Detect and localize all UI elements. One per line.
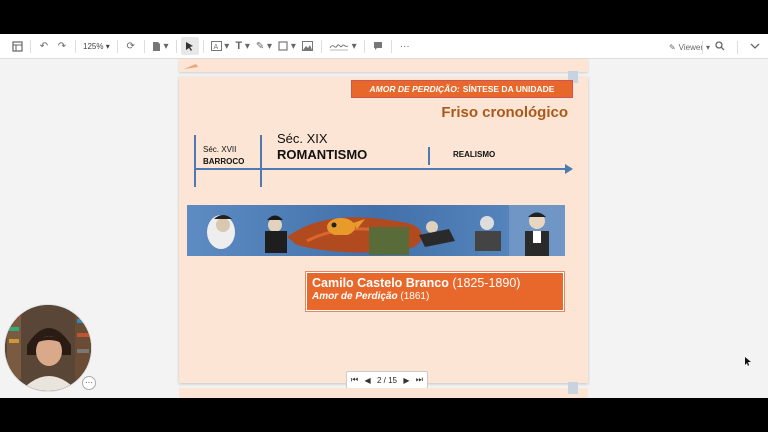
author-card: Camilo Castelo Branco (1825-1890) Amor d…: [306, 272, 564, 311]
writers-caricature-illustration: [187, 205, 565, 256]
next-page-icon[interactable]: ▶: [403, 376, 409, 385]
divider: [175, 39, 177, 53]
rotate-icon[interactable]: ⟳: [122, 37, 140, 55]
app-window: ↶ ↷ 125% ▾ ⟳ ▾ A ▾ T ▾ ✎ ▾ ▾ ▾ ··· ✎ Vie…: [0, 34, 768, 398]
zoom-dropdown[interactable]: 125% ▾: [80, 37, 113, 55]
divider: [75, 39, 76, 53]
author-work-line: Amor de Perdição (1861): [312, 291, 558, 302]
pen-icon[interactable]: ✎ ▾: [253, 37, 275, 55]
divider: [702, 40, 703, 54]
mouse-cursor-icon: [745, 357, 752, 368]
collapse-chevron-icon[interactable]: [750, 42, 760, 53]
webcam-more-options-icon[interactable]: ···: [82, 376, 96, 390]
text-box-icon[interactable]: A ▾: [208, 37, 233, 55]
divider: [116, 39, 118, 53]
page-navigator: ⏮ ◀ 2 / 15 ▶ ⏭: [346, 371, 428, 389]
last-page-icon[interactable]: ⏭: [416, 375, 423, 385]
webcam-feed: [5, 305, 91, 391]
prev-page-icon[interactable]: ◀: [365, 376, 371, 385]
image-icon[interactable]: [299, 37, 317, 55]
timeline-tick-romantismo: [260, 135, 262, 187]
author-name: Camilo Castelo Branco: [312, 276, 449, 290]
divider: [202, 39, 204, 53]
page-icon[interactable]: ▾: [149, 37, 172, 55]
divider: [737, 40, 738, 54]
divider: [390, 39, 392, 53]
banner-text: SÍNTESE DA UNIDADE: [462, 84, 555, 94]
timeline-tick-start: [194, 135, 196, 187]
slide-banner: AMOR DE PERDIÇÃO: SÍNTESE DA UNIDADE: [351, 80, 573, 98]
viewer-pen-icon: ✎: [668, 42, 676, 52]
divider: [320, 39, 322, 53]
work-title: Amor de Perdição: [312, 291, 398, 302]
presenter-webcam: [4, 304, 92, 392]
signature-icon[interactable]: ▾: [326, 37, 360, 55]
toolbar: ↶ ↷ 125% ▾ ⟳ ▾ A ▾ T ▾ ✎ ▾ ▾ ▾ ··· ✎ Vie…: [0, 34, 768, 59]
divider: [363, 39, 365, 53]
zoom-value: 125%: [83, 41, 104, 51]
shape-icon[interactable]: ▾: [275, 37, 299, 55]
select-pointer-icon[interactable]: [180, 37, 199, 55]
divider: [143, 39, 145, 53]
first-page-icon[interactable]: ⏮: [351, 375, 358, 385]
caricature-head-decoration: [327, 218, 365, 245]
author-name-line: Camilo Castelo Branco (1825-1890): [312, 276, 558, 290]
page-indicator[interactable]: 2 / 15: [377, 376, 397, 385]
timeline-axis: [194, 168, 567, 170]
period-barroco: BARROCO: [203, 157, 245, 166]
slide-page: AMOR DE PERDIÇÃO: SÍNTESE DA UNIDADE Fri…: [179, 71, 588, 383]
timeline-arrowhead: [565, 164, 573, 174]
period-sec17: Séc. XVII: [203, 145, 237, 154]
bookmark-icon[interactable]: [568, 382, 578, 394]
comment-icon[interactable]: [369, 37, 387, 55]
redo-icon[interactable]: ↷: [53, 37, 71, 55]
work-year: (1861): [400, 291, 430, 302]
previous-slide-decoration: [184, 64, 198, 69]
banner-italic-text: AMOR DE PERDIÇÃO:: [369, 84, 460, 94]
period-sec19: Séc. XIX: [277, 131, 328, 146]
previous-slide-edge: [179, 59, 588, 72]
text-tool-icon[interactable]: T ▾: [232, 37, 253, 55]
timeline-tick-realismo: [428, 147, 430, 165]
slide-title: Friso cronológico: [441, 104, 568, 121]
undo-icon[interactable]: ↶: [35, 37, 53, 55]
divider: [30, 39, 31, 53]
author-years: (1825-1890): [452, 276, 521, 290]
next-slide-edge: [179, 382, 588, 398]
sidebar-toggle-icon[interactable]: [8, 37, 26, 55]
period-realismo: REALISMO: [453, 150, 496, 159]
search-icon[interactable]: [715, 40, 725, 54]
more-options-icon[interactable]: ···: [396, 37, 414, 55]
svg-text:A: A: [213, 44, 218, 51]
period-romantismo: ROMANTISMO: [277, 147, 368, 162]
